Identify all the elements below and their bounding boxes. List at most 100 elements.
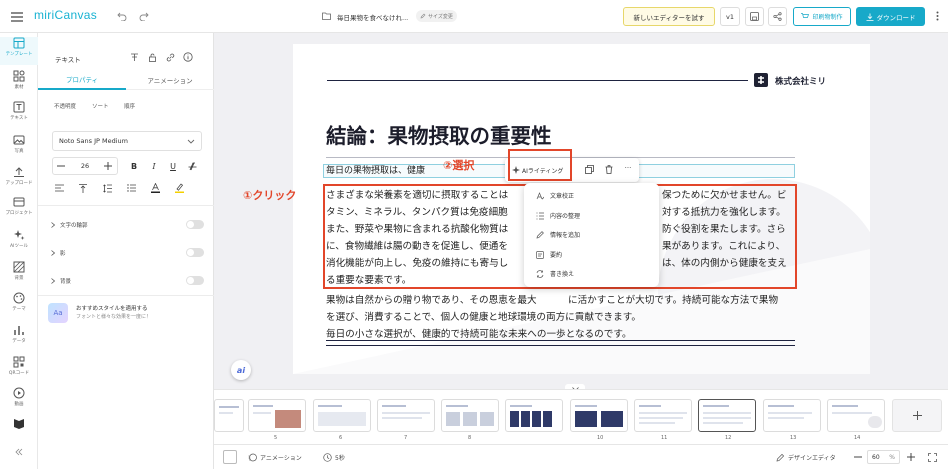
- effect-row-background[interactable]: 背景: [50, 275, 206, 287]
- zoom-in-button[interactable]: [905, 451, 917, 463]
- ai-menu-item-add-info[interactable]: 情報を追加: [536, 230, 580, 239]
- paragraph2-line: 毎日の小さな選択が、健康的で持続可能な未来への一歩となるのです。: [326, 329, 632, 340]
- effect-row-shadow[interactable]: 影: [50, 247, 206, 259]
- subtab-opacity[interactable]: 不透明度: [54, 102, 76, 110]
- duration-button[interactable]: 5秒: [323, 451, 345, 463]
- ai-menu-item-rewrite[interactable]: 書き換え: [536, 269, 574, 278]
- app-logo[interactable]: miriCanvas: [34, 8, 97, 22]
- highlight-color-button[interactable]: [172, 181, 186, 195]
- rail-item-project[interactable]: プロジェクト: [0, 196, 38, 224]
- lock-icon[interactable]: [146, 51, 158, 63]
- left-rail: テンプレート 素材 テキスト 写真 アップロード プロジェクト AIツール 背景…: [0, 33, 38, 469]
- minus-icon[interactable]: [55, 160, 67, 172]
- rail-item-ai-tools[interactable]: AIツール: [0, 229, 38, 257]
- ai-writing-button[interactable]: AIライティング: [512, 163, 563, 177]
- outline-toggle[interactable]: [186, 220, 204, 229]
- ai-menu-item-organize[interactable]: 内容の整理: [536, 211, 580, 220]
- plus-icon[interactable]: [102, 160, 114, 172]
- redo-icon[interactable]: [138, 10, 150, 22]
- list-icon[interactable]: [124, 181, 138, 195]
- bold-button[interactable]: B: [126, 157, 142, 175]
- page-thumbnail[interactable]: [763, 399, 821, 432]
- subtab-sort[interactable]: ソート: [92, 102, 109, 110]
- shadow-toggle[interactable]: [186, 248, 204, 257]
- rail-item-video[interactable]: 動画: [0, 387, 38, 415]
- panel-title: テキスト: [55, 56, 81, 64]
- text-style-icon[interactable]: [128, 51, 140, 63]
- page-thumbnail[interactable]: [313, 399, 371, 432]
- version-button[interactable]: v1: [720, 7, 740, 26]
- more-vertical-icon[interactable]: [932, 10, 942, 22]
- slide-heading[interactable]: 結論：果物摂取の重要性: [326, 119, 552, 149]
- paragraph-line-right: 防ぐ役割を果たします。さら: [662, 224, 786, 235]
- rail-label: AIツール: [10, 244, 28, 249]
- rail-item-text[interactable]: テキスト: [0, 101, 38, 129]
- rail-item-upload[interactable]: アップロード: [0, 166, 38, 194]
- design-editor-button[interactable]: デザインエディタ: [776, 451, 836, 463]
- effect-row-outline[interactable]: 文字の輪郭: [50, 219, 206, 231]
- undo-icon[interactable]: [116, 10, 128, 22]
- rail-label: QRコード: [8, 371, 30, 376]
- chevron-right-icon: [51, 222, 56, 228]
- zoom-input[interactable]: 60 %: [867, 450, 900, 464]
- ai-menu-item-proofread[interactable]: 文章校正: [536, 191, 574, 200]
- background-toggle[interactable]: [186, 276, 204, 285]
- rail-item-brand[interactable]: [0, 417, 38, 445]
- size-change-button[interactable]: サイズ変更: [416, 10, 457, 22]
- suggested-style-card[interactable]: Aa おすすめスタイルを適用する フォントと様々な効果を一度に！: [48, 301, 208, 325]
- select-all-checkbox[interactable]: [223, 450, 237, 464]
- line-spacing-icon[interactable]: [100, 181, 114, 195]
- font-size-value[interactable]: 26: [72, 157, 98, 175]
- align-left-icon[interactable]: [52, 181, 66, 195]
- link-icon[interactable]: [164, 51, 176, 63]
- rail-item-theme[interactable]: テーマ: [0, 292, 38, 320]
- page-thumbnail[interactable]: [505, 399, 563, 432]
- page-thumbnail[interactable]: [441, 399, 499, 432]
- rail-item-photo[interactable]: 写真: [0, 134, 38, 162]
- font-family-select[interactable]: Noto Sans JP Medium: [52, 131, 202, 151]
- duplicate-icon[interactable]: [583, 163, 595, 175]
- print-order-button[interactable]: 印刷物制作: [793, 7, 851, 26]
- save-button[interactable]: [745, 7, 764, 26]
- ai-assistant-button[interactable]: ai: [231, 360, 251, 380]
- print-order-label: 印刷物制作: [812, 14, 843, 21]
- more-options-button[interactable]: ···: [621, 162, 635, 174]
- share-button[interactable]: [768, 7, 787, 26]
- rail-item-template[interactable]: テンプレート: [0, 37, 38, 65]
- page-thumbnail[interactable]: [214, 399, 244, 432]
- rail-item-elements[interactable]: 素材: [0, 70, 38, 98]
- rail-item-background[interactable]: 背景: [0, 261, 38, 289]
- page-thumbnail[interactable]: [248, 399, 306, 432]
- tab-animation[interactable]: アニメーション: [126, 70, 214, 90]
- zoom-out-button[interactable]: [852, 451, 864, 463]
- page-thumbnail[interactable]: [634, 399, 692, 432]
- info-icon[interactable]: [182, 51, 194, 63]
- page-thumbnail-current[interactable]: [698, 399, 756, 432]
- rail-item-data[interactable]: データ: [0, 324, 38, 352]
- download-button[interactable]: ダウンロード: [856, 7, 925, 26]
- tab-properties[interactable]: プロパティ: [38, 70, 126, 90]
- intro-text[interactable]: 毎日の果物摂取は、健康: [326, 163, 425, 180]
- ai-menu-item-summary[interactable]: 要約: [536, 250, 562, 259]
- animation-button[interactable]: アニメーション: [248, 451, 302, 463]
- rail-item-qr[interactable]: QRコード: [0, 356, 38, 384]
- vertical-align-icon[interactable]: [76, 181, 90, 195]
- underline-button[interactable]: U: [165, 157, 181, 175]
- strikethrough-button[interactable]: [184, 157, 200, 175]
- page-thumbnail[interactable]: [570, 399, 628, 432]
- subtab-order[interactable]: 順序: [124, 102, 135, 110]
- page-thumbnail[interactable]: [827, 399, 885, 432]
- try-new-editor-button[interactable]: 新しいエディターを試す: [623, 7, 715, 26]
- document-title[interactable]: 毎日果物を食べなけれ...: [337, 12, 408, 22]
- menu-icon[interactable]: [10, 10, 24, 23]
- page-thumbnail[interactable]: [377, 399, 435, 432]
- save-icon: [750, 12, 759, 21]
- trash-icon[interactable]: [603, 163, 615, 175]
- add-page-button[interactable]: [892, 399, 942, 432]
- italic-button[interactable]: I: [146, 157, 162, 175]
- fullscreen-icon[interactable]: [926, 451, 938, 463]
- paragraph-line-right: は、体の内側から健康を支え: [662, 258, 787, 269]
- folder-icon[interactable]: [321, 11, 331, 21]
- collapse-icon[interactable]: [12, 445, 26, 459]
- text-color-button[interactable]: [148, 181, 162, 195]
